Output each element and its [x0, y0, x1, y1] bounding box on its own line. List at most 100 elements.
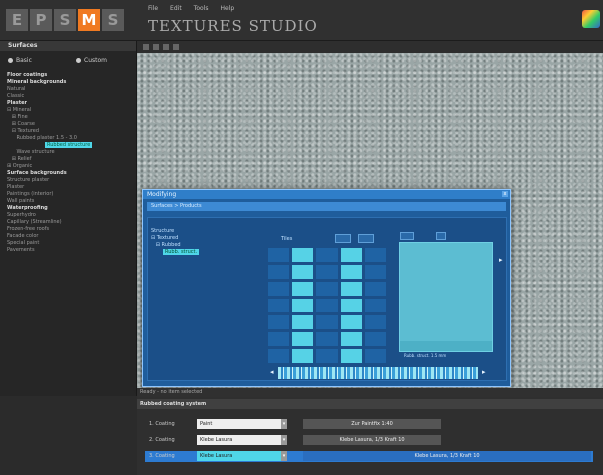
tile-cell[interactable] — [292, 248, 314, 262]
color-strip[interactable] — [278, 367, 478, 379]
tile-cell[interactable] — [340, 248, 362, 262]
sidebar-tree-item[interactable]: Wall paints — [0, 198, 136, 205]
sidebar-tree-item[interactable]: ⊟ Textured — [0, 128, 136, 135]
arrow-down-icon[interactable]: ▸ — [499, 256, 503, 264]
tile-cell[interactable] — [340, 332, 362, 347]
sidebar-tree-item[interactable]: Surface backgrounds — [0, 170, 136, 177]
tile-cell[interactable] — [268, 332, 290, 347]
tile-cell[interactable] — [316, 349, 338, 363]
tile-cell[interactable] — [268, 264, 290, 279]
sidebar-tree-item[interactable]: Waterproofing — [0, 205, 136, 212]
tile-cell[interactable] — [340, 281, 362, 296]
sidebar-tree-item[interactable]: Structure plaster — [0, 177, 136, 184]
coating-product[interactable]: Klebe Lasura, 1/3 Kraft 10 — [303, 451, 591, 461]
tile-cell[interactable] — [316, 248, 338, 262]
sidebar-tree-item[interactable]: Wave structure — [0, 149, 136, 156]
chevron-down-icon[interactable]: ▾ — [281, 435, 287, 445]
tool-icon[interactable] — [163, 44, 169, 50]
sidebar-tree-item[interactable]: Capillary (Streamline) — [0, 219, 136, 226]
coating-row[interactable]: 3. Coating Klebe Lasura ▾ Klebe Lasura, 1/3… — [145, 451, 593, 462]
sidebar-tree-item[interactable]: ⊞ Organic — [0, 163, 136, 170]
menu-help[interactable]: Help — [220, 5, 234, 12]
menu-bar: File Edit Tools Help — [148, 5, 234, 12]
chevron-down-icon[interactable]: ▾ — [281, 419, 287, 429]
sidebar-tree-item[interactable]: Mineral backgrounds — [0, 79, 136, 86]
tile-cell[interactable] — [340, 315, 362, 330]
coating-row[interactable]: 1. Coating Paint ▾ Zur Paintfix 1:40 — [145, 419, 593, 430]
dialog-tree-item[interactable]: Structure — [151, 228, 199, 235]
arrow-left-icon[interactable]: ◂ — [270, 368, 274, 376]
sidebar-tree-item[interactable]: Rubbed plaster 1.5 - 3.0 — [0, 135, 136, 142]
preview-control[interactable] — [436, 232, 446, 240]
sidebar-tree-item[interactable]: Rubbed structure — [0, 142, 136, 149]
tile-cell[interactable] — [364, 281, 386, 296]
tile-cell[interactable] — [268, 281, 290, 296]
tile-cell[interactable] — [292, 315, 314, 330]
tab-basic[interactable]: Basic — [0, 53, 68, 67]
tile-cell[interactable] — [268, 248, 290, 262]
sidebar-tree-item[interactable]: Floor coatings — [0, 72, 136, 79]
arrow-right-icon[interactable]: ▸ — [482, 368, 486, 376]
tool-icon[interactable] — [143, 44, 149, 50]
sidebar-tree-item[interactable]: Classic — [0, 93, 136, 100]
sidebar-tree-item[interactable]: Special paint — [0, 240, 136, 247]
tile-cell[interactable] — [340, 349, 362, 363]
tile-cell[interactable] — [316, 315, 338, 330]
tile-cell[interactable] — [292, 332, 314, 347]
tile-cell[interactable] — [316, 332, 338, 347]
sidebar-tree-item[interactable]: Pavements — [0, 247, 136, 254]
sidebar-tree-item[interactable]: ⊟ Mineral — [0, 107, 136, 114]
menu-file[interactable]: File — [148, 5, 158, 12]
dialog-tree-item[interactable]: ⊟ Rubbed — [151, 242, 199, 249]
coating-product[interactable]: Zur Paintfix 1:40 — [303, 419, 441, 429]
sidebar-tree-item[interactable]: ⊞ Fine — [0, 114, 136, 121]
coating-row-label: 3. Coating — [149, 453, 175, 459]
sidebar-tree-item[interactable]: Plaster — [0, 100, 136, 107]
sidebar-tree-item[interactable]: Paintings (interior) — [0, 191, 136, 198]
tile-cell[interactable] — [364, 349, 386, 363]
tile-cell[interactable] — [292, 298, 314, 313]
coating-select[interactable]: Klebe Lasura ▾ — [197, 435, 287, 445]
dialog-tree-item[interactable]: Rubb. struct. — [151, 249, 200, 256]
sidebar-tree-item[interactable]: ⊞ Coarse — [0, 121, 136, 128]
tile-cell[interactable] — [292, 349, 314, 363]
menu-edit[interactable]: Edit — [170, 5, 182, 12]
grid-control[interactable] — [358, 234, 374, 243]
sidebar-tree-item[interactable]: Natural — [0, 86, 136, 93]
tile-cell[interactable] — [268, 315, 290, 330]
top-bar: E P S M S File Edit Tools Help TEXTURES … — [0, 0, 603, 41]
grid-control[interactable] — [335, 234, 351, 243]
tile-cell[interactable] — [316, 298, 338, 313]
menu-tools[interactable]: Tools — [194, 5, 209, 12]
tile-cell[interactable] — [268, 298, 290, 313]
coating-row[interactable]: 2. Coating Klebe Lasura ▾ Klebe Lasura, 1/3… — [145, 435, 593, 446]
tile-cell[interactable] — [340, 298, 362, 313]
tile-cell[interactable] — [292, 264, 314, 279]
tile-cell[interactable] — [316, 281, 338, 296]
sidebar-tree-item[interactable]: ⊞ Relief — [0, 156, 136, 163]
tile-cell[interactable] — [364, 264, 386, 279]
tile-cell[interactable] — [340, 264, 362, 279]
tab-custom[interactable]: Custom — [68, 53, 136, 67]
sidebar-tree-item[interactable]: Frozen-free roofs — [0, 226, 136, 233]
dialog-tree-item[interactable]: ⊟ Textured — [151, 235, 199, 242]
tile-cell[interactable] — [316, 264, 338, 279]
tile-cell[interactable] — [268, 349, 290, 363]
tile-cell[interactable] — [364, 332, 386, 347]
tool-icon[interactable] — [173, 44, 179, 50]
coating-panel-header: Rubbed coating system — [137, 399, 603, 409]
coating-product[interactable]: Klebe Lasura, 1/3 Kraft 10 — [303, 435, 441, 445]
tile-cell[interactable] — [364, 315, 386, 330]
chevron-down-icon[interactable]: ▾ — [281, 451, 287, 461]
preview-control[interactable] — [400, 232, 414, 240]
tile-cell[interactable] — [292, 281, 314, 296]
tile-cell[interactable] — [364, 298, 386, 313]
sidebar-tree-item[interactable]: Facade color — [0, 233, 136, 240]
tile-cell[interactable] — [364, 248, 386, 262]
coating-select[interactable]: Paint ▾ — [197, 419, 287, 429]
close-icon[interactable]: x — [502, 191, 508, 197]
sidebar-tree-item[interactable]: Superhydro — [0, 212, 136, 219]
tool-icon[interactable] — [153, 44, 159, 50]
coating-select[interactable]: Klebe Lasura ▾ — [197, 451, 287, 461]
sidebar-tree-item[interactable]: Plaster — [0, 184, 136, 191]
